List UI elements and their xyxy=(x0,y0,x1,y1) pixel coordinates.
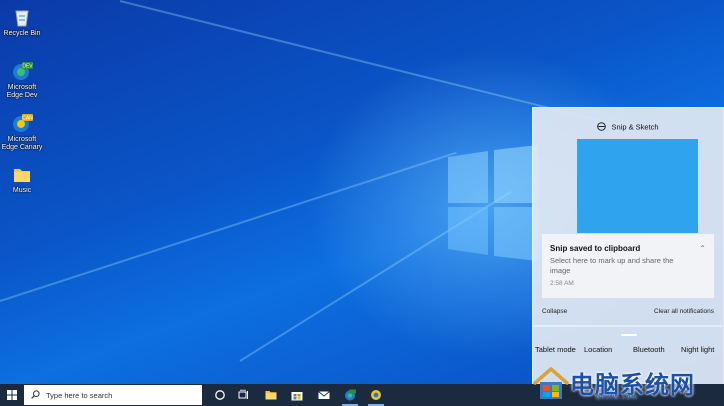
notification-title: Snip saved to clipboard xyxy=(550,244,641,253)
mail-button[interactable] xyxy=(312,384,336,406)
svg-text:DEV: DEV xyxy=(22,64,33,70)
quick-action-bluetooth[interactable]: Bluetooth xyxy=(633,345,665,354)
collapse-button[interactable]: Collapse xyxy=(542,308,567,315)
search-placeholder: Type here to search xyxy=(46,391,113,400)
quick-actions-handle[interactable] xyxy=(621,334,637,336)
notification-app-name: Snip & Sketch xyxy=(611,122,659,132)
windows-logo xyxy=(448,145,538,261)
notification-app-header: Snip & Sketch xyxy=(533,122,723,133)
quick-action-location[interactable]: Location xyxy=(584,345,612,354)
desktop-icon-label: Music xyxy=(12,187,32,194)
edge-dev-icon: DEV xyxy=(11,60,33,82)
task-view-button[interactable] xyxy=(232,384,256,406)
edge-dev-taskbar-button[interactable] xyxy=(338,384,362,406)
desktop-icon-label: Microsoft Edge Dev xyxy=(6,84,38,99)
desktop-icon-edge-canary[interactable]: CAN Microsoft Edge Canary xyxy=(0,112,44,152)
folder-icon xyxy=(11,163,33,185)
store-icon xyxy=(291,392,303,401)
desktop-icon-recycle-bin[interactable]: Recycle Bin xyxy=(0,6,44,38)
quick-action-night-light[interactable]: Night light xyxy=(681,345,714,354)
quick-action-tablet-mode[interactable]: Tablet mode xyxy=(535,345,576,354)
edge-dev-icon xyxy=(345,389,356,401)
watermark-url: dnxtw.com xyxy=(596,394,639,401)
svg-text:CAN: CAN xyxy=(22,116,33,122)
mail-icon xyxy=(318,391,330,399)
site-watermark: 电脑系统网 dnxtw.com xyxy=(530,361,724,406)
chevron-up-icon[interactable]: ⌃ xyxy=(699,244,706,253)
edge-taskbar-button[interactable] xyxy=(364,384,388,406)
desktop-icon-edge-dev[interactable]: DEV Microsoft Edge Dev xyxy=(0,60,44,100)
file-explorer-button[interactable] xyxy=(259,384,283,406)
search-icon xyxy=(31,390,40,399)
cortana-icon xyxy=(215,390,225,400)
desktop-icon-label: Recycle Bin xyxy=(3,30,41,37)
recycle-bin-icon xyxy=(11,6,33,28)
notification-time: 2:58 AM xyxy=(550,280,574,287)
desktop-icon-label: Microsoft Edge Canary xyxy=(1,136,43,151)
cortana-button[interactable] xyxy=(208,384,232,406)
clear-all-notifications-button[interactable]: Clear all notifications xyxy=(654,308,714,315)
store-button[interactable] xyxy=(285,384,309,406)
windows-start-icon xyxy=(7,390,17,400)
notification-toast[interactable]: Snip saved to clipboard Select here to m… xyxy=(542,234,714,298)
snip-preview-image[interactable] xyxy=(577,139,698,233)
snip-sketch-icon xyxy=(597,122,607,133)
notification-body: Select here to mark up and share the ima… xyxy=(550,256,674,275)
file-explorer-icon xyxy=(265,391,277,400)
house-logo-icon xyxy=(533,367,569,399)
edge-icon xyxy=(371,390,381,400)
edge-canary-icon: CAN xyxy=(11,112,33,134)
task-view-icon xyxy=(238,389,248,399)
action-center-notifications: Snip & Sketch Snip saved to clipboard Se… xyxy=(532,107,724,326)
desktop-icon-music[interactable]: Music xyxy=(0,163,44,195)
start-button[interactable] xyxy=(0,384,24,406)
taskbar-search-box[interactable]: Type here to search xyxy=(24,385,202,405)
